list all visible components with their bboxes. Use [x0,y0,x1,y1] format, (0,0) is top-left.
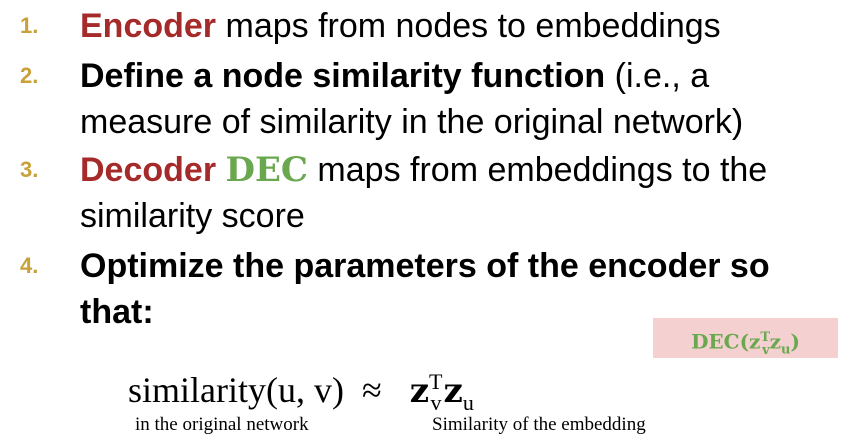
item-number: 1. [20,13,39,38]
z-v-symbol: z [749,329,761,354]
dec-formula-box: DEC(zTvzu) [653,318,838,358]
z-u-symbol: z [443,371,463,411]
approx-symbol: ≈ [361,370,382,410]
z-v-symbol: z [409,371,430,411]
item-text: Define a node similarity function (i.e.,… [80,56,850,96]
dec-suffix: ) [790,329,800,354]
v-subscript: v [762,342,770,358]
item-rest: maps from nodes to embeddings [216,7,721,45]
item-number: 4. [20,253,39,278]
similarity-function-term: Define a node similarity function [80,57,606,95]
dec-term: DEC [225,150,308,190]
similarity-lhs: similarity(u, v) [128,370,344,410]
item-text: Optimize the parameters of the encoder s… [80,247,770,285]
v-subscript: v [430,390,442,416]
item-number: 2. [20,63,39,88]
item-rest: (i.e., a [605,57,710,95]
u-subscript: u [462,390,474,416]
item-text-line2: measure of similarity in the original ne… [80,103,744,141]
z-u-symbol: z [769,329,781,354]
item-text-line2: similarity score [80,197,305,235]
item-text: Encoder maps from nodes to embeddings [80,6,850,46]
item-rest: maps from embeddings to the [307,151,768,189]
dec-prefix: DEC( [691,329,750,354]
encoder-term: Encoder [80,7,217,45]
item-number: 3. [20,157,39,182]
decoder-term: Decoder [80,151,217,189]
item-text: Decoder DEC maps from embeddings to the [80,150,850,190]
caption-embedding-similarity: Similarity of the embedding [432,414,646,435]
caption-original-network: in the original network [135,414,309,435]
